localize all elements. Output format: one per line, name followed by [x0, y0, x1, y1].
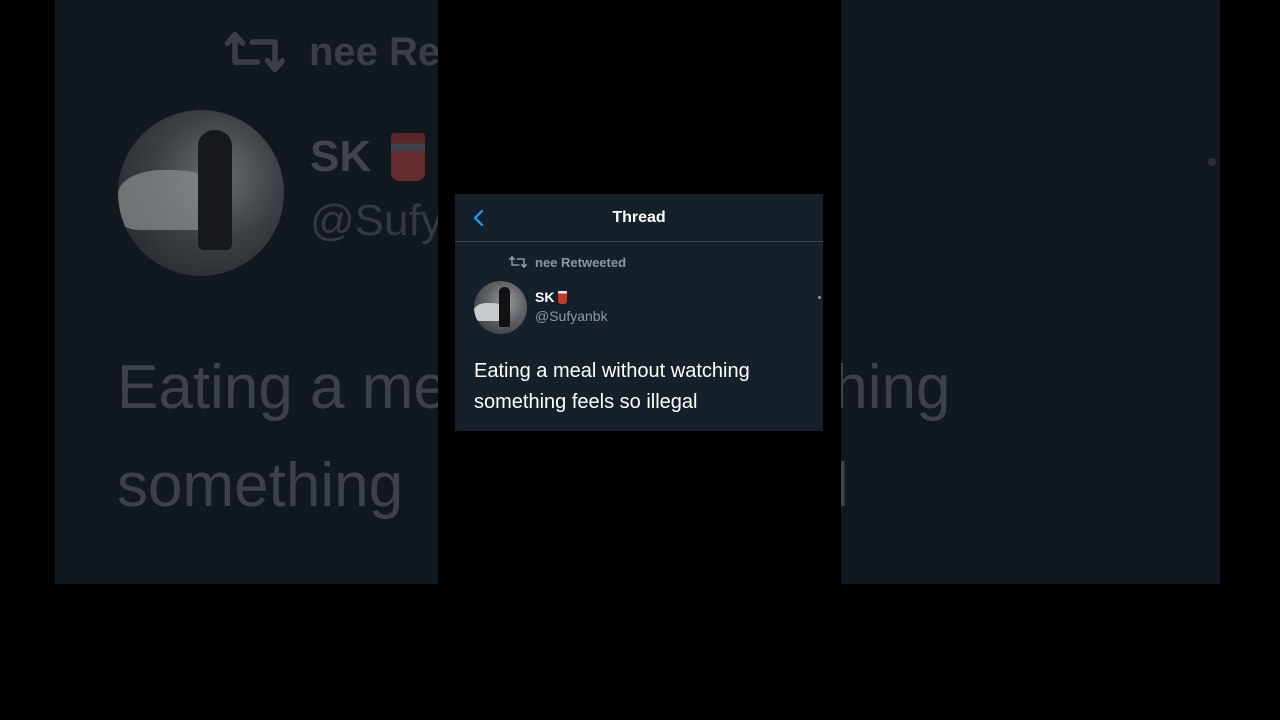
bg-retweet-icon	[225, 31, 285, 73]
bg-tweet-line1-left: Eating a me	[117, 353, 448, 422]
bg-name-row: SK	[310, 132, 426, 182]
tweet-text: Eating a meal without watching something…	[474, 360, 750, 413]
bg-retweet-text: nee Re	[309, 29, 441, 74]
thread-header: Thread	[455, 194, 823, 242]
retweeted-by-label[interactable]: nee Retweeted	[535, 255, 626, 270]
retweeted-by-row: nee Retweeted	[509, 254, 626, 270]
page-title: Thread	[612, 208, 666, 226]
avatar[interactable]	[474, 281, 527, 334]
retweet-icon	[509, 256, 527, 268]
bg-author-handle: @Sufy	[310, 196, 443, 245]
chevron-left-icon[interactable]	[469, 208, 489, 228]
author-name-row[interactable]: SK	[535, 289, 568, 305]
bg-more-dot	[1208, 158, 1216, 166]
thread-card: Thread nee Retweeted SK @Sufyanbk Eating…	[455, 194, 823, 431]
bg-cup-icon	[391, 133, 426, 181]
bg-retweet-row: nee Re	[225, 26, 440, 78]
bg-avatar	[118, 110, 284, 276]
author-handle[interactable]: @Sufyanbk	[535, 308, 608, 324]
bg-tweet-line2-left: something	[117, 451, 404, 520]
more-options-icon[interactable]	[818, 296, 821, 299]
bg-author-name: SK	[310, 132, 372, 181]
cup-icon	[558, 290, 568, 304]
author-name[interactable]: SK	[535, 289, 554, 305]
